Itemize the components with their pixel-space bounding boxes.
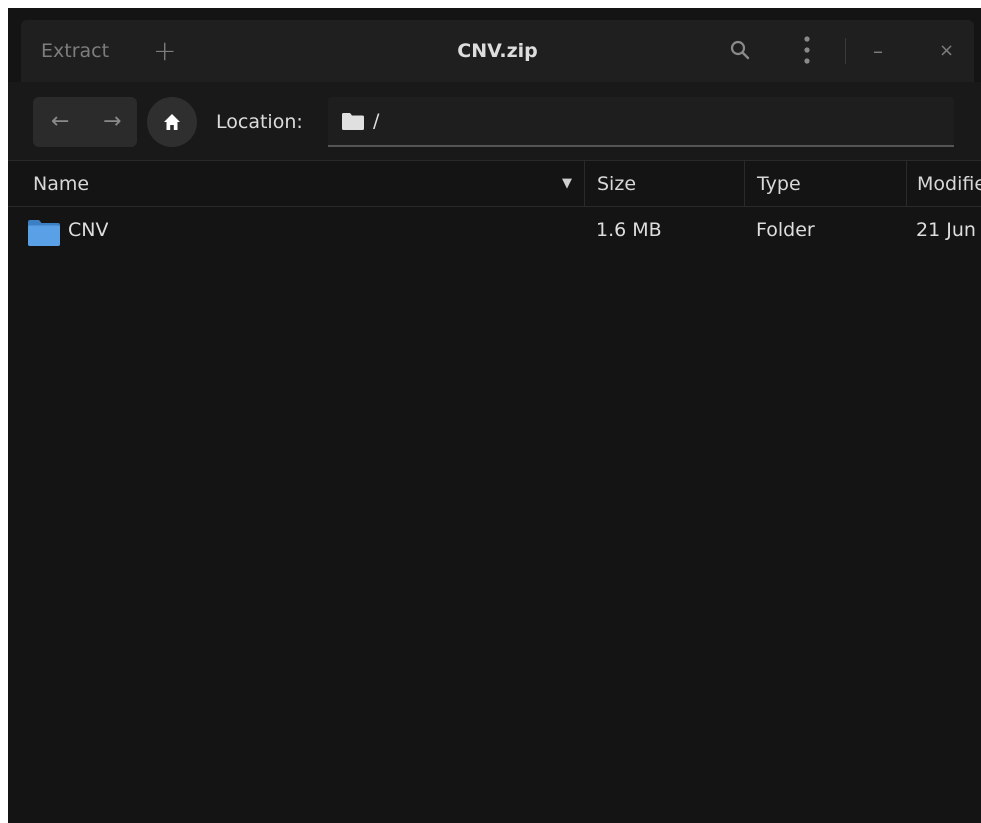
file-size: 1.6 MB (596, 219, 662, 241)
close-button[interactable]: × (939, 20, 954, 82)
location-path: / (373, 110, 380, 132)
column-header-type-label: Type (757, 173, 801, 195)
archive-manager-window: Extract + CNV.zip – × ← → Location: / Na… (8, 8, 981, 823)
home-icon (164, 114, 180, 130)
column-header-name-label: Name (33, 173, 90, 195)
folder-icon (342, 113, 364, 130)
add-files-button[interactable]: + (153, 20, 176, 82)
navigation-buttons: ← → (33, 97, 137, 147)
column-header-name[interactable]: Name ▼ (8, 161, 584, 207)
file-modified: 21 Jun (916, 219, 976, 241)
file-name: CNV (68, 219, 109, 241)
sort-descending-icon: ▼ (562, 176, 572, 191)
column-header-size-label: Size (597, 173, 637, 195)
location-entry[interactable]: / (328, 97, 954, 147)
location-label: Location: (216, 111, 303, 133)
column-header-size[interactable]: Size (584, 161, 744, 207)
extract-button[interactable]: Extract (41, 20, 109, 82)
header-bar: Extract + CNV.zip – × (21, 20, 974, 82)
forward-button[interactable]: → (103, 97, 121, 147)
menu-button[interactable] (802, 34, 812, 71)
file-row[interactable]: CNV 1.6 MB Folder 21 Jun (8, 208, 981, 252)
file-type: Folder (756, 219, 815, 241)
column-header-type[interactable]: Type (744, 161, 906, 207)
folder-icon (28, 218, 60, 262)
header-separator (845, 38, 846, 64)
column-header-modified-label: Modified (917, 173, 981, 195)
home-button[interactable] (147, 97, 197, 147)
kebab-menu-icon (804, 36, 810, 64)
location-bar: ← → Location: / (8, 82, 981, 161)
minimize-button[interactable]: – (873, 20, 883, 82)
search-icon (730, 40, 750, 60)
search-button[interactable] (729, 39, 751, 66)
column-header-modified[interactable]: Modified (906, 161, 981, 207)
back-button[interactable]: ← (51, 97, 69, 147)
